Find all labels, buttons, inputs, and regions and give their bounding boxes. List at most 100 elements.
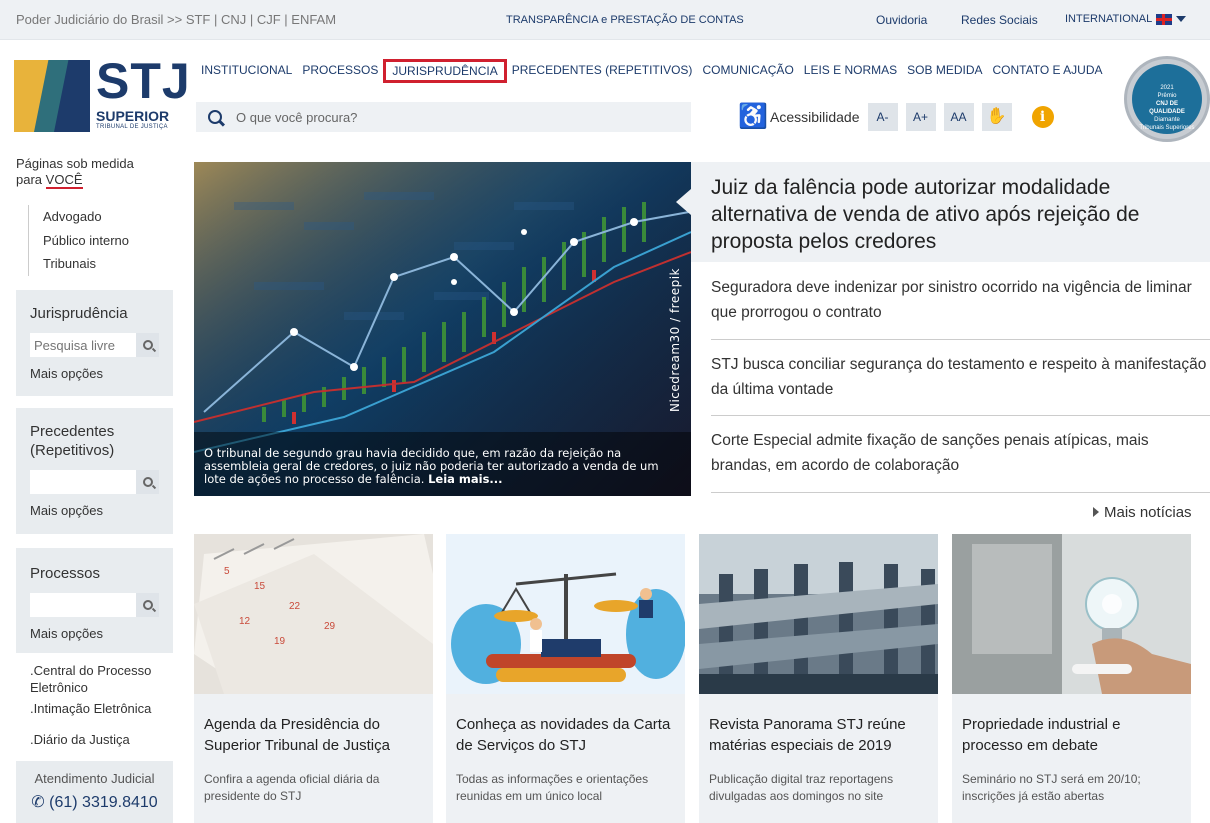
profile-publico-interno[interactable]: Público interno bbox=[43, 229, 129, 253]
card-revista-title: Revista Panorama STJ reúne matérias espe… bbox=[709, 716, 906, 754]
card-propriedade-desc: Seminário no STJ será em 20/10; inscriçõ… bbox=[962, 772, 1141, 803]
card-revista-panorama[interactable]: Revista Panorama STJ reúne matérias espe… bbox=[699, 534, 938, 823]
portal-links[interactable]: Poder Judiciário do Brasil >> STF | CNJ … bbox=[16, 12, 336, 27]
international-label: INTERNATIONAL bbox=[1065, 13, 1153, 25]
paginas-label-2: para bbox=[16, 172, 43, 187]
processos-more-options[interactable]: Mais opções bbox=[30, 626, 159, 641]
link-intimacao[interactable]: .Intimação Eletrônica bbox=[30, 700, 151, 717]
jurisprudencia-box: Jurisprudência Mais opções bbox=[16, 290, 173, 396]
font-increase-button[interactable]: A+ bbox=[905, 102, 936, 131]
search-icon[interactable] bbox=[208, 110, 222, 124]
nav-comunicacao[interactable]: COMUNICAÇÃO bbox=[697, 62, 798, 86]
site-search bbox=[196, 102, 691, 132]
svg-text:5: 5 bbox=[224, 566, 230, 577]
international-menu[interactable]: INTERNATIONAL bbox=[1065, 13, 1187, 25]
caret-right-icon bbox=[1093, 507, 1099, 517]
card-carta-desc: Todas as informações e orientações reuni… bbox=[456, 772, 649, 803]
phone-number: (61) 3319.8410 bbox=[49, 794, 158, 811]
voce-label: VOCÊ bbox=[45, 172, 83, 189]
atendimento-phone[interactable]: ✆ (61) 3319.8410 bbox=[16, 792, 173, 812]
search-input[interactable] bbox=[236, 109, 656, 125]
nav-jurisprudencia[interactable]: JURISPRUDÊNCIA bbox=[383, 59, 507, 83]
svg-text:29: 29 bbox=[324, 621, 336, 632]
wheelchair-icon: ♿ bbox=[738, 103, 768, 130]
news-item-1[interactable]: Seguradora deve indenizar por sinistro o… bbox=[711, 275, 1210, 325]
more-news-link[interactable]: Mais notícias bbox=[1093, 504, 1192, 521]
logo-superior-text: SUPERIOR bbox=[96, 108, 170, 124]
hero-image[interactable]: O tribunal de segundo grau havia decidid… bbox=[194, 162, 691, 496]
lightbulb-illustration bbox=[952, 534, 1191, 694]
sidebar-link-central[interactable]: .Central do Processo Eletrônico bbox=[30, 662, 151, 696]
atendimento-judicial: Atendimento Judicial ✆ (61) 3319.8410 bbox=[16, 761, 173, 823]
precedentes-title-2: (Repetitivos) bbox=[30, 442, 115, 459]
social-networks-link[interactable]: Redes Sociais bbox=[961, 13, 1038, 27]
jurisprudencia-input[interactable] bbox=[30, 333, 136, 357]
card-propriedade-title: Propriedade industrial e processo em deb… bbox=[962, 716, 1121, 754]
hero-caption: O tribunal de segundo grau havia decidid… bbox=[204, 447, 679, 486]
news-item-2[interactable]: STJ busca conciliar segurança do testame… bbox=[711, 352, 1210, 402]
info-icon[interactable]: i bbox=[1031, 105, 1054, 128]
lightbulb-image bbox=[952, 534, 1191, 694]
nav-contato-ajuda[interactable]: CONTATO E AJUDA bbox=[988, 62, 1108, 86]
card-agenda-desc: Confira a agenda oficial diária da presi… bbox=[204, 772, 380, 803]
link-diario[interactable]: .Diário da Justiça bbox=[30, 731, 130, 748]
seal-line4: Diamante bbox=[1154, 117, 1180, 123]
card-propriedade-industrial[interactable]: Propriedade industrial e processo em deb… bbox=[952, 534, 1191, 823]
transparency-link[interactable]: TRANSPARÊNCIA e PRESTAÇÃO DE CONTAS bbox=[506, 14, 744, 26]
search-icon bbox=[142, 600, 153, 610]
architecture-image bbox=[699, 534, 938, 694]
news-item-3[interactable]: Corte Especial admite fixação de sanções… bbox=[711, 428, 1210, 478]
profile-tribunais[interactable]: Tribunais bbox=[43, 252, 129, 276]
main-nav: INSTITUCIONAL PROCESSOS JURISPRUDÊNCIA P… bbox=[196, 59, 1108, 86]
font-decrease-button[interactable]: A- bbox=[867, 102, 898, 131]
processos-input[interactable] bbox=[30, 593, 136, 617]
high-contrast-button[interactable]: AA bbox=[943, 102, 974, 131]
nav-processos[interactable]: PROCESSOS bbox=[297, 62, 383, 86]
precedentes-title-1: Precedentes bbox=[30, 423, 115, 440]
nav-precedentes[interactable]: PRECEDENTES (REPETITIVOS) bbox=[507, 62, 698, 86]
seal-year: 2021 bbox=[1160, 85, 1174, 91]
nav-sob-medida[interactable]: SOB MEDIDA bbox=[902, 62, 987, 86]
read-more-link[interactable]: Leia mais... bbox=[428, 472, 502, 486]
nav-institucional[interactable]: INSTITUCIONAL bbox=[196, 62, 297, 86]
card-carta-servicos[interactable]: Conheça as novidades da Carta de Serviço… bbox=[446, 534, 685, 823]
ouvidoria-link[interactable]: Ouvidoria bbox=[876, 13, 927, 27]
precedentes-box: Precedentes (Repetitivos) Mais opções bbox=[16, 408, 173, 534]
precedentes-input[interactable] bbox=[30, 470, 136, 494]
logo-stj-text: STJ bbox=[96, 53, 191, 109]
jurisprudencia-search-button[interactable] bbox=[136, 333, 159, 357]
profile-advogado[interactable]: Advogado bbox=[43, 205, 129, 229]
paginas-sob-medida: Páginas sob medida para VOCÊ bbox=[16, 156, 134, 189]
architecture-illustration bbox=[699, 534, 938, 694]
jurisprudencia-more-options[interactable]: Mais opções bbox=[30, 366, 159, 381]
nav-leis-normas[interactable]: LEIS E NORMAS bbox=[799, 62, 902, 86]
card-agenda[interactable]: 5 15 22 29 12 19 Agenda da Presidência do Su… bbox=[194, 534, 433, 823]
precedentes-search bbox=[30, 470, 159, 494]
precedentes-search-button[interactable] bbox=[136, 470, 159, 494]
main-headline[interactable]: Juiz da falência pode autorizar modalida… bbox=[691, 162, 1210, 262]
precedentes-more-options[interactable]: Mais opções bbox=[30, 503, 159, 518]
accessibility-label[interactable]: Acessibilidade bbox=[770, 109, 860, 125]
logo-tribunal-text: TRIBUNAL DE JUSTIÇA bbox=[96, 124, 168, 130]
atendimento-title: Atendimento Judicial bbox=[34, 771, 155, 786]
search-icon bbox=[142, 340, 153, 350]
quality-award-seal: 2021 Prêmio CNJ DE QUALIDADE Diamante Tr… bbox=[1124, 56, 1210, 142]
processos-search bbox=[30, 593, 159, 617]
stj-logo[interactable]: STJ SUPERIOR TRIBUNAL DE JUSTIÇA bbox=[14, 53, 190, 146]
seal-line2: CNJ DE bbox=[1155, 101, 1178, 107]
link-central-processo[interactable]: .Central do Processo bbox=[30, 662, 151, 679]
news-divider bbox=[711, 415, 1210, 416]
phone-icon: ✆ bbox=[31, 794, 45, 811]
jurisprudencia-search bbox=[30, 333, 159, 357]
svg-text:19: 19 bbox=[274, 636, 286, 647]
hero-pointer-arrow bbox=[676, 189, 691, 215]
card-revista-desc: Publicação digital traz reportagens divu… bbox=[709, 772, 894, 803]
search-icon bbox=[142, 477, 153, 487]
seal-line5: Tribunais Superiores bbox=[1139, 125, 1195, 131]
processos-search-button[interactable] bbox=[136, 593, 159, 617]
chevron-down-icon bbox=[1176, 16, 1187, 22]
link-central-eletronico[interactable]: Eletrônico bbox=[30, 679, 151, 696]
svg-text:15: 15 bbox=[254, 581, 266, 592]
sign-language-icon[interactable]: ✋ bbox=[981, 102, 1012, 131]
paginas-label-1: Páginas sob medida bbox=[16, 156, 134, 171]
